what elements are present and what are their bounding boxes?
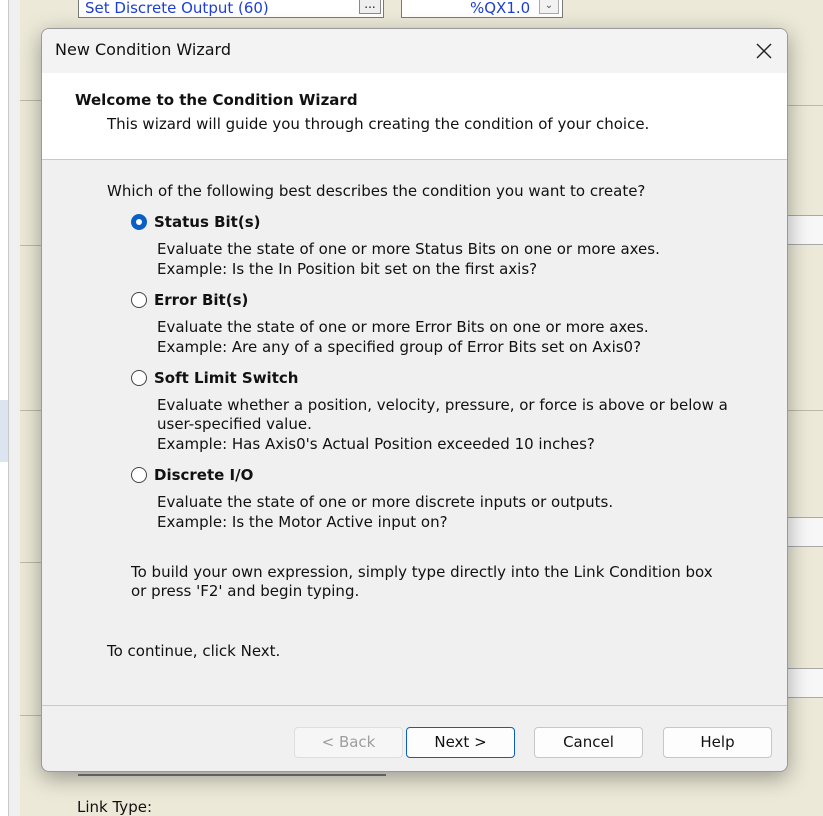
option-example: Example: Are any of a specified group of… [157,338,642,356]
continue-instruction: To continue, click Next. [107,642,281,660]
browse-button[interactable]: ... [359,0,381,14]
option-error-bits[interactable]: Error Bit(s) [131,289,248,311]
next-button[interactable]: Next > [406,727,515,758]
close-button[interactable] [741,29,787,73]
option-label[interactable]: Status Bit(s) [154,213,260,231]
radio-button[interactable] [131,292,147,308]
option-discrete-io[interactable]: Discrete I/O [131,464,253,486]
condition-wizard-dialog: New Condition Wizard Welcome to the Cond… [41,28,788,772]
expression-hint: To build your own expression, simply typ… [131,563,713,581]
right-divider [786,410,823,411]
output-combo-value: Set Discrete Output (60) [85,0,269,17]
wizard-question: Which of the following best describes th… [107,182,646,200]
right-field[interactable] [786,215,823,245]
option-label[interactable]: Discrete I/O [154,466,253,484]
option-description-cont: user-specified value. [157,415,312,433]
right-divider [786,105,823,106]
option-soft-limit-switch[interactable]: Soft Limit Switch [131,367,298,389]
option-description: Evaluate the state of one or more Error … [157,318,649,336]
option-status-bits[interactable]: Status Bit(s) [131,211,260,233]
chevron-down-icon[interactable]: ⌄ [539,0,559,14]
dialog-title: New Condition Wizard [55,40,231,59]
option-example: Example: Is the In Position bit set on t… [157,260,538,278]
wizard-header: Welcome to the Condition Wizard This wiz… [42,73,787,160]
radio-button-checked[interactable] [131,214,147,230]
help-button[interactable]: Help [663,727,772,758]
cancel-button[interactable]: Cancel [534,727,643,758]
option-example: Example: Has Axis0's Actual Position exc… [157,435,595,453]
output-combo[interactable]: Set Discrete Output (60) ... [78,0,384,18]
wizard-header-subtitle: This wizard will guide you through creat… [107,115,650,133]
option-description: Evaluate whether a position, velocity, p… [157,396,728,414]
close-icon [756,43,772,59]
right-field[interactable] [786,668,823,698]
left-panel-selection [0,400,8,462]
expression-hint-cont: or press 'F2' and begin typing. [131,582,360,600]
link-type-label: Link Type: [77,798,152,816]
option-example: Example: Is the Motor Active input on? [157,513,448,531]
option-label[interactable]: Soft Limit Switch [154,369,298,387]
option-description: Evaluate the state of one or more Status… [157,240,660,258]
address-combo-value: %QX1.0 [470,0,531,17]
right-field[interactable] [786,517,823,547]
option-label[interactable]: Error Bit(s) [154,291,248,309]
dialog-titlebar: New Condition Wizard [42,29,787,73]
footer-divider [42,705,787,706]
radio-button[interactable] [131,370,147,386]
option-description: Evaluate the state of one or more discre… [157,493,614,511]
address-combo[interactable]: %QX1.0 ⌄ [401,0,563,18]
back-button[interactable]: < Back [294,727,403,758]
wizard-header-title: Welcome to the Condition Wizard [75,91,358,109]
radio-button[interactable] [131,467,147,483]
